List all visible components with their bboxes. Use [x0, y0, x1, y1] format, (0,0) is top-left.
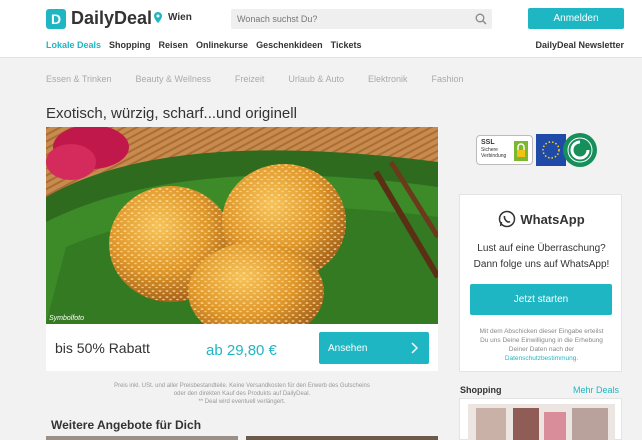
whatsapp-text-line: Lust auf eine Überraschung?: [477, 243, 606, 254]
price-label: ab 29,80 €: [206, 342, 277, 359]
logo[interactable]: D DailyDeal: [46, 8, 152, 29]
logo-text: DailyDeal: [71, 8, 153, 28]
consent-line: Deiner Daten nach der: [466, 345, 617, 354]
deal-title: Exotisch, würzig, scharf...und originell: [46, 105, 297, 122]
category-bar: Essen & Trinken Beauty & Wellness Freize…: [46, 74, 488, 84]
city-label: Wien: [168, 12, 192, 23]
site-header: D DailyDeal Wien Anmelden Lokale Deals S…: [0, 0, 642, 58]
category-essen-trinken[interactable]: Essen & Trinken: [46, 74, 112, 84]
consent-period: .: [576, 355, 579, 362]
shopping-image: [468, 404, 615, 440]
nav-item-geschenkideen[interactable]: Geschenkideen: [256, 40, 323, 50]
whatsapp-text: Lust auf eine Überraschung? Dann folge u…: [460, 241, 623, 273]
main-nav: Lokale Deals Shopping Reisen Onlinekurse…: [46, 40, 369, 50]
login-button[interactable]: Anmelden: [528, 8, 624, 29]
privacy-policy-link[interactable]: Datenschutzbestimmung: [505, 355, 577, 362]
view-deal-label: Ansehen: [328, 342, 368, 354]
consent-text: Deiner Daten nach der: [508, 346, 575, 353]
search-icon[interactable]: [475, 13, 487, 25]
offer-thumbnail[interactable]: [246, 436, 438, 440]
nav-item-reisen[interactable]: Reisen: [159, 40, 189, 50]
consent-line: Du uns Deine Einwilligung in die Erhebun…: [480, 337, 603, 344]
ssl-badge-subtitle: Sichere Verbindung: [481, 147, 506, 159]
quality-seal-icon: [536, 133, 597, 167]
ssl-badge-title: SSL: [481, 139, 495, 146]
whatsapp-card: WhatsApp Lust auf eine Überraschung? Dan…: [459, 194, 622, 372]
whatsapp-header: WhatsApp: [460, 210, 623, 228]
category-beauty-wellness[interactable]: Beauty & Wellness: [136, 74, 211, 84]
consent-line: Mit dem Abschicken dieser Eingabe erteil…: [479, 328, 604, 335]
ssl-badge: SSL Sichere Verbindung: [476, 135, 533, 165]
lock-icon: [514, 141, 528, 161]
disclaimer-line-2: oder den direkten Kauf des Produkts auf …: [173, 391, 311, 397]
whatsapp-consent-note: Mit dem Abschicken dieser Eingabe erteil…: [466, 327, 617, 363]
more-offers-title: Weitere Angebote für Dich: [51, 418, 202, 432]
nav-item-lokale-deals[interactable]: Lokale Deals: [46, 40, 101, 50]
discount-label: bis 50% Rabatt: [55, 340, 150, 356]
chevron-right-icon: [411, 342, 418, 354]
category-urlaub-auto[interactable]: Urlaub & Auto: [288, 74, 344, 84]
disclaimer-line-1: Preis inkl. USt. und aller Preisbestandt…: [114, 383, 370, 389]
whatsapp-title: WhatsApp: [520, 211, 585, 227]
offer-thumbnail[interactable]: [46, 436, 238, 440]
category-freizeit[interactable]: Freizeit: [235, 74, 265, 84]
whatsapp-start-button[interactable]: Jetzt starten: [470, 284, 612, 315]
deal-card: Symbolfoto bis 50% Rabatt ab 29,80 € Ans…: [46, 127, 438, 371]
price-disclaimer: Preis inkl. USt. und aller Preisbestandt…: [46, 382, 438, 406]
whatsapp-icon: [499, 210, 516, 228]
nav-item-tickets[interactable]: Tickets: [331, 40, 362, 50]
nav-item-shopping[interactable]: Shopping: [109, 40, 151, 50]
more-deals-link[interactable]: Mehr Deals: [573, 385, 619, 395]
consent-line: Datenschutzbestimmung.: [466, 354, 617, 363]
category-elektronik[interactable]: Elektronik: [368, 74, 408, 84]
category-fashion[interactable]: Fashion: [431, 74, 463, 84]
whatsapp-text-line: Dann folge uns auf WhatsApp!: [473, 259, 610, 270]
search-box: [231, 9, 492, 29]
location-pin-icon: [154, 12, 162, 23]
shopping-card[interactable]: [459, 398, 622, 440]
disclaimer-line-3: ** Deal wird eventuell verlängert.: [198, 399, 286, 405]
shopping-title: Shopping: [460, 385, 502, 395]
logo-mark-icon: D: [46, 8, 66, 29]
nav-item-onlinekurse[interactable]: Onlinekurse: [196, 40, 248, 50]
deal-image[interactable]: [46, 127, 438, 324]
view-deal-button[interactable]: Ansehen: [319, 332, 429, 364]
city-selector[interactable]: Wien: [154, 12, 192, 23]
ssl-badge-line: Verbindung: [481, 153, 507, 159]
newsletter-link[interactable]: DailyDeal Newsletter: [535, 40, 624, 50]
search-input[interactable]: [231, 9, 471, 29]
image-caption: Symbolfoto: [49, 315, 85, 322]
